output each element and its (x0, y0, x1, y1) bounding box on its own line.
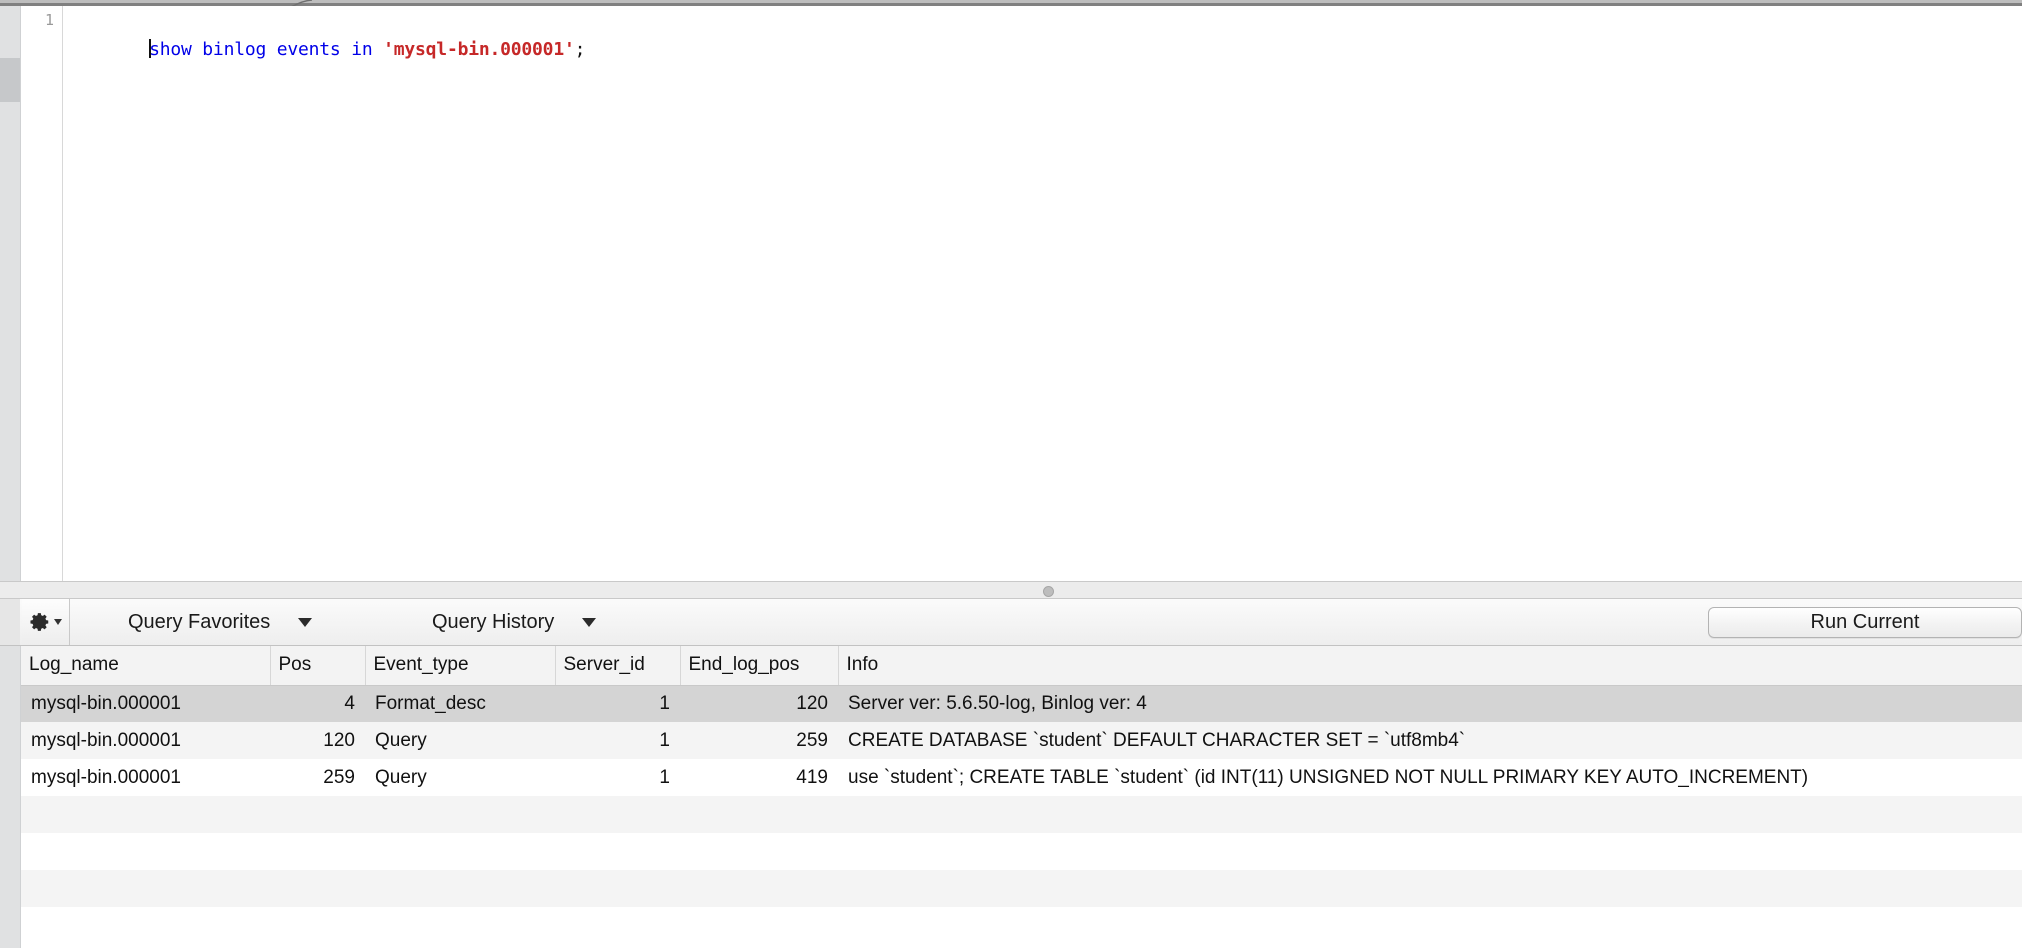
column-header-server-id[interactable]: Server_id (555, 646, 681, 686)
cell-event-type[interactable]: Query (365, 759, 555, 796)
run-current-label: Run Current (1810, 611, 1920, 633)
cell-empty (555, 796, 680, 833)
column-header-pos[interactable]: Pos (270, 646, 366, 686)
editor-line-number-gutter: 1 (21, 6, 63, 581)
cell-info[interactable]: use `student`; CREATE TABLE `student` (i… (838, 759, 2022, 796)
table-row-empty[interactable] (21, 796, 2022, 833)
cell-log-name[interactable]: mysql-bin.000001 (21, 685, 270, 722)
query-history-menu[interactable]: Query History (432, 599, 597, 645)
sql-code-area[interactable]: show binlog events in 'mysql-bin.000001'… (64, 12, 2022, 587)
sql-token-keyword: show binlog events in (149, 39, 384, 60)
cell-log-name[interactable]: mysql-bin.000001 (21, 722, 270, 759)
cell-empty (838, 907, 2022, 944)
pane-splitter-handle-icon[interactable] (1043, 586, 1054, 597)
cell-empty (680, 907, 838, 944)
cell-empty (21, 907, 270, 944)
table-row-empty[interactable] (21, 833, 2022, 870)
cell-end-log-pos[interactable]: 120 (680, 685, 838, 722)
cell-log-name[interactable]: mysql-bin.000001 (21, 759, 270, 796)
cell-empty (838, 796, 2022, 833)
editor-gutter-divider (20, 6, 21, 581)
editor-scrollbar-thumb[interactable] (0, 58, 20, 102)
cell-server-id[interactable]: 1 (555, 685, 680, 722)
sql-token-string: 'mysql-bin.000001' (383, 39, 575, 60)
cell-empty (365, 870, 555, 907)
cell-pos[interactable]: 4 (270, 685, 365, 722)
column-header-end-log-pos[interactable]: End_log_pos (680, 646, 839, 686)
cell-empty (365, 796, 555, 833)
query-favorites-label: Query Favorites (128, 610, 271, 633)
cell-empty (680, 796, 838, 833)
results-table-header: Log_name Pos Event_type Server_id End_lo… (21, 646, 2022, 686)
results-grid-container[interactable]: Log_name Pos Event_type Server_id End_lo… (0, 646, 2022, 948)
query-history-label: Query History (432, 610, 555, 633)
column-header-info[interactable]: Info (838, 646, 2022, 686)
settings-button[interactable] (22, 599, 70, 645)
cell-end-log-pos[interactable]: 419 (680, 759, 838, 796)
cell-empty (21, 833, 270, 870)
cell-event-type[interactable]: Format_desc (365, 685, 555, 722)
cell-empty (838, 870, 2022, 907)
sql-token-punctuation: ; (574, 39, 586, 60)
cell-end-log-pos[interactable]: 259 (680, 722, 838, 759)
editor-vertical-scrollbar[interactable] (0, 6, 20, 581)
cell-info[interactable]: Server ver: 5.6.50-log, Binlog ver: 4 (838, 685, 2022, 722)
table-row-empty[interactable] (21, 907, 2022, 944)
chevron-down-icon (298, 617, 313, 627)
cell-empty (270, 907, 365, 944)
run-current-button[interactable]: Run Current (1708, 607, 2022, 638)
sql-code-line-1[interactable]: show binlog events in 'mysql-bin.000001'… (64, 14, 585, 60)
results-left-rail (0, 646, 20, 948)
line-number-1: 1 (44, 11, 54, 29)
pane-splitter[interactable] (0, 581, 2022, 599)
query-favorites-menu[interactable]: Query Favorites (128, 599, 313, 645)
cell-pos[interactable]: 259 (270, 759, 365, 796)
table-row[interactable]: mysql-bin.000001 120 Query 1 259 CREATE DATAB… (21, 722, 2022, 759)
toolbar-left-rail (0, 599, 20, 645)
sql-editor-pane[interactable]: show binlog events in 'mysql-bin.000001'… (0, 6, 2022, 587)
cell-empty (270, 796, 365, 833)
cell-event-type[interactable]: Query (365, 722, 555, 759)
table-row[interactable]: mysql-bin.000001 259 Query 1 419 use `student… (21, 759, 2022, 796)
cell-empty (365, 833, 555, 870)
results-toolbar: Query Favorites Query History Run Curren… (0, 599, 2022, 646)
column-header-log-name[interactable]: Log_name (21, 646, 271, 686)
cell-empty (365, 907, 555, 944)
cell-empty (21, 796, 270, 833)
results-table: Log_name Pos Event_type Server_id End_lo… (21, 646, 2022, 944)
chevron-down-icon (582, 617, 597, 627)
results-table-body: mysql-bin.000001 4 Format_desc 1 120 Server v… (21, 685, 2022, 944)
table-row[interactable]: mysql-bin.000001 4 Format_desc 1 120 Server v… (21, 685, 2022, 722)
cell-empty (270, 833, 365, 870)
gear-icon (29, 611, 51, 633)
cell-empty (270, 870, 365, 907)
results-header-row: Log_name Pos Event_type Server_id End_lo… (21, 646, 2022, 686)
cell-empty (555, 870, 680, 907)
cell-info[interactable]: CREATE DATABASE `student` DEFAULT CHARAC… (838, 722, 2022, 759)
cell-empty (838, 833, 2022, 870)
column-header-event-type[interactable]: Event_type (365, 646, 556, 686)
sql-client-window: show binlog events in 'mysql-bin.000001'… (0, 0, 2022, 948)
results-left-rail-divider (20, 646, 21, 948)
cell-pos[interactable]: 120 (270, 722, 365, 759)
cell-empty (680, 833, 838, 870)
table-row-empty[interactable] (21, 870, 2022, 907)
cell-server-id[interactable]: 1 (555, 722, 680, 759)
cell-empty (21, 870, 270, 907)
cell-empty (680, 870, 838, 907)
caret-down-icon (54, 619, 62, 625)
cell-empty (555, 907, 680, 944)
cell-server-id[interactable]: 1 (555, 759, 680, 796)
cell-empty (555, 833, 680, 870)
